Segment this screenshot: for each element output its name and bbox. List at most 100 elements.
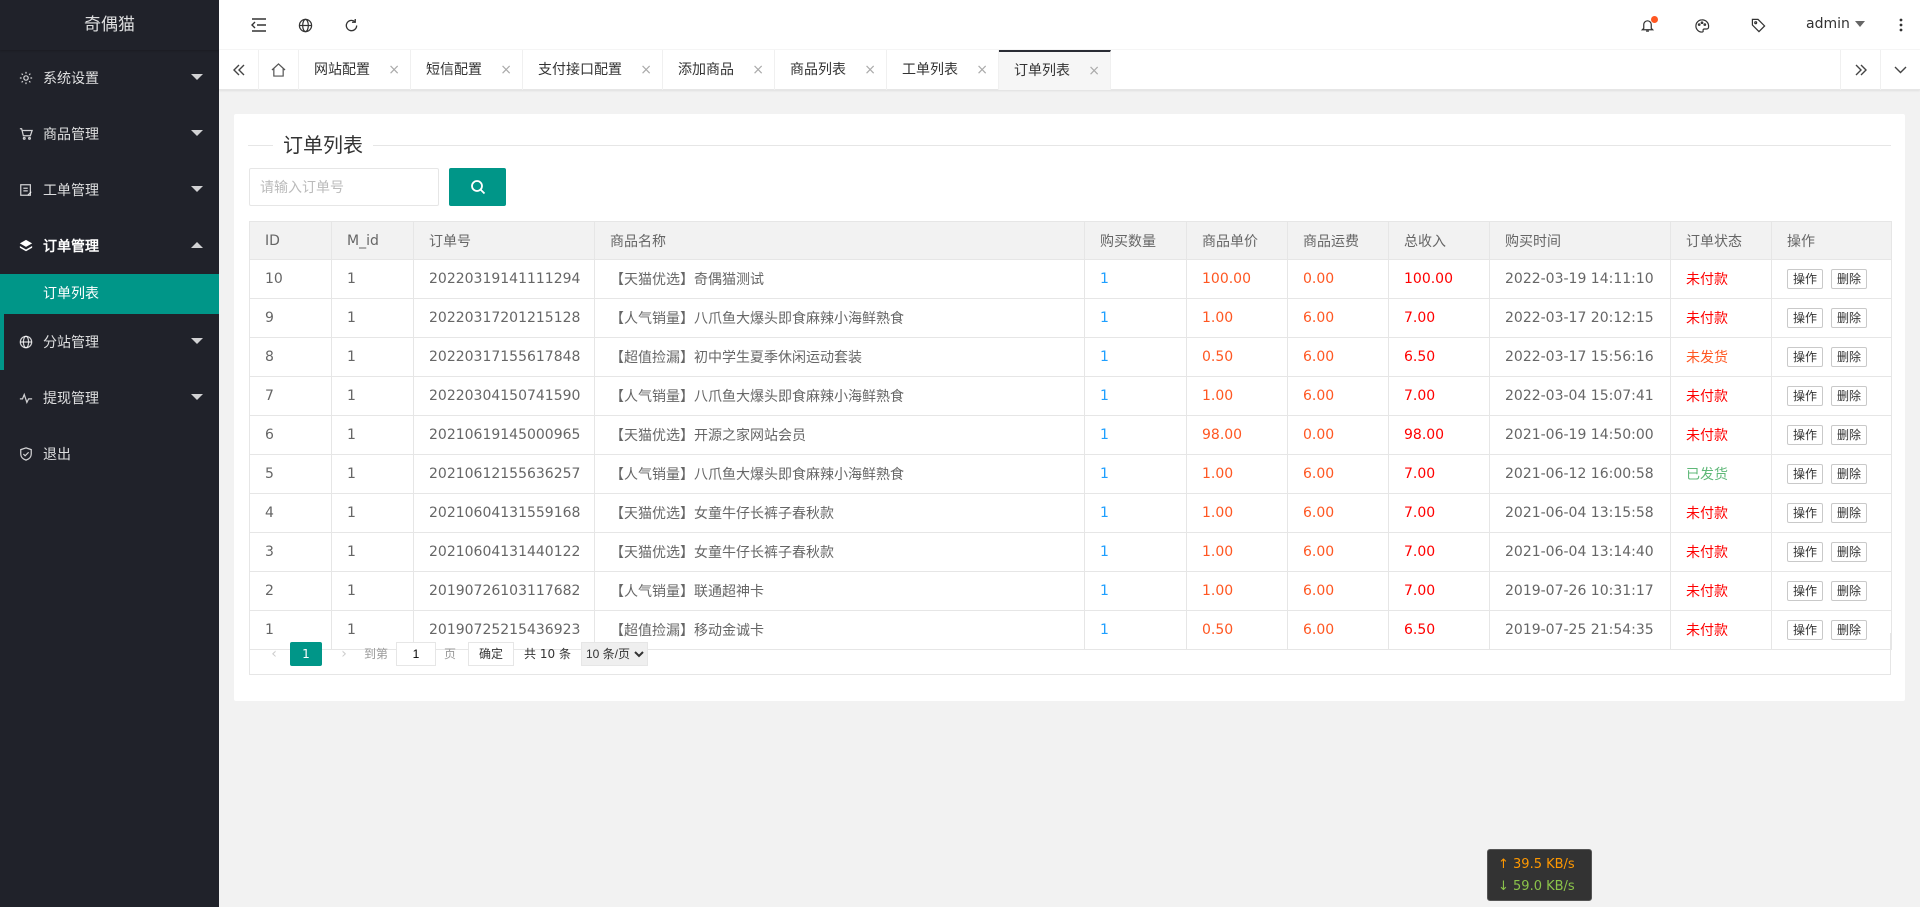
sidebar-item-logout[interactable]: 退出 (0, 426, 219, 482)
col-header[interactable]: M_id (331, 221, 414, 260)
close-icon[interactable]: × (752, 50, 764, 90)
operate-button[interactable]: 操作 (1787, 425, 1824, 445)
goto-confirm-button[interactable]: 确定 (468, 641, 515, 666)
refresh-icon[interactable] (339, 13, 363, 37)
close-icon[interactable]: × (500, 50, 512, 90)
delete-button[interactable]: 删除 (1831, 464, 1868, 484)
goto-suffix: 页 (444, 647, 457, 661)
network-speed-widget: ↑ 39.5 KB/s ↓ 59.0 KB/s (1487, 849, 1592, 901)
cell-time: 2022-03-17 20:12:15 (1489, 298, 1671, 338)
operate-button[interactable]: 操作 (1787, 503, 1824, 523)
cell-actions: 操作 删除 (1771, 493, 1892, 533)
cell-goods-name: 【天猫优选】奇偶猫测试 (594, 259, 1085, 299)
col-header[interactable]: 商品名称 (594, 221, 1085, 260)
tag-icon[interactable] (1746, 13, 1770, 37)
cell-total: 7.00 (1388, 532, 1490, 572)
close-icon[interactable]: × (1088, 52, 1100, 90)
operate-button[interactable]: 操作 (1787, 581, 1824, 601)
col-header[interactable]: 订单状态 (1670, 221, 1772, 260)
table-row: 3 1 20210604131440122 【天猫优选】女童牛仔长裤子春秋款 1 1.00… (249, 532, 1892, 572)
notification-bell-icon[interactable] (1635, 13, 1659, 37)
menu-fold-icon[interactable] (247, 13, 271, 37)
cell-id: 7 (249, 376, 332, 416)
chevron-down-icon (191, 394, 203, 400)
sidebar-item-substations[interactable]: 分站管理 (0, 314, 219, 370)
cell-total: 100.00 (1388, 259, 1490, 299)
delete-button[interactable]: 删除 (1831, 347, 1868, 367)
tab-goods-list[interactable]: 商品列表 × (775, 50, 887, 90)
operate-button[interactable]: 操作 (1787, 308, 1824, 328)
tab-add-goods[interactable]: 添加商品 × (663, 50, 775, 90)
col-header[interactable]: 订单号 (413, 221, 595, 260)
close-icon[interactable]: × (388, 50, 400, 90)
cell-unit-price: 98.00 (1186, 415, 1288, 455)
user-menu[interactable]: admin (1806, 16, 1865, 32)
page-size-select[interactable]: 10 条/页 (580, 641, 648, 666)
col-header[interactable]: 商品单价 (1186, 221, 1288, 260)
sidebar-item-orders[interactable]: 订单管理 (0, 218, 219, 274)
operate-button[interactable]: 操作 (1787, 386, 1824, 406)
more-vertical-icon[interactable] (1889, 13, 1913, 37)
search-button[interactable] (449, 168, 506, 206)
cell-time: 2019-07-26 10:31:17 (1489, 571, 1671, 611)
tabs-menu-chevron-icon[interactable] (1880, 50, 1920, 90)
home-tab-icon[interactable] (259, 50, 299, 90)
sidebar-item-goods[interactable]: 商品管理 (0, 106, 219, 162)
layers-icon (18, 238, 34, 254)
delete-button[interactable]: 删除 (1831, 386, 1868, 406)
delete-button[interactable]: 删除 (1831, 269, 1868, 289)
delete-button[interactable]: 删除 (1831, 308, 1868, 328)
operate-button[interactable]: 操作 (1787, 464, 1824, 484)
cell-actions: 操作 删除 (1771, 376, 1892, 416)
tab-sms-config[interactable]: 短信配置 × (411, 50, 523, 90)
page-current[interactable]: 1 (290, 641, 322, 666)
delete-button[interactable]: 删除 (1831, 581, 1868, 601)
goto-page-input[interactable] (396, 641, 437, 666)
tabs-scroll-left-icon[interactable] (219, 50, 259, 90)
sidebar-item-tickets[interactable]: 工单管理 (0, 162, 219, 218)
cell-total: 7.00 (1388, 493, 1490, 533)
operate-button[interactable]: 操作 (1787, 269, 1824, 289)
order-search-input[interactable] (249, 168, 439, 206)
sidebar-subitem-order-list[interactable]: 订单列表 (0, 274, 219, 314)
delete-button[interactable]: 删除 (1831, 503, 1868, 523)
order-list-card: 订单列表 ID M_id 订单号 商品名称 购买数量 商品单价 商品运费 总收入… (234, 114, 1905, 701)
tab-order-list[interactable]: 订单列表 × (999, 50, 1111, 90)
col-header[interactable]: 商品运费 (1287, 221, 1389, 260)
cell-shipping: 6.00 (1287, 376, 1389, 416)
cell-total: 98.00 (1388, 415, 1490, 455)
website-globe-icon[interactable] (293, 13, 317, 37)
next-page-icon[interactable]: › (334, 646, 354, 662)
legend-divider (248, 145, 1891, 146)
delete-button[interactable]: 删除 (1831, 425, 1868, 445)
theme-palette-icon[interactable] (1690, 13, 1714, 37)
tab-site-config[interactable]: 网站配置 × (299, 50, 411, 90)
close-icon[interactable]: × (864, 50, 876, 90)
prev-page-icon[interactable]: ‹ (264, 646, 284, 662)
close-icon[interactable]: × (976, 50, 988, 90)
close-icon[interactable]: × (640, 50, 652, 90)
sidebar-item-withdrawals[interactable]: 提现管理 (0, 370, 219, 426)
sidebar-item-label: 提现管理 (43, 391, 99, 407)
cell-order-no: 20210604131440122 (413, 532, 595, 572)
sidebar-item-system-settings[interactable]: 系统设置 (0, 50, 219, 106)
operate-button[interactable]: 操作 (1787, 347, 1824, 367)
delete-button[interactable]: 删除 (1831, 542, 1868, 562)
upload-speed: ↑ 39.5 KB/s (1498, 857, 1575, 872)
chevron-down-icon (191, 338, 203, 344)
ticket-icon (18, 182, 34, 198)
tabs-scroll-right-icon[interactable] (1840, 50, 1880, 90)
page-title: 订单列表 (273, 132, 373, 158)
col-header[interactable]: 购买数量 (1084, 221, 1187, 260)
cell-status: 未付款 (1670, 259, 1772, 299)
gear-icon (18, 70, 34, 86)
cell-id: 10 (249, 259, 332, 299)
cell-unit-price: 1.00 (1186, 493, 1288, 533)
col-header[interactable]: ID (249, 221, 332, 260)
tab-payment-config[interactable]: 支付接口配置 × (523, 50, 663, 90)
cell-shipping: 6.00 (1287, 532, 1389, 572)
operate-button[interactable]: 操作 (1787, 542, 1824, 562)
col-header[interactable]: 购买时间 (1489, 221, 1671, 260)
col-header[interactable]: 总收入 (1388, 221, 1490, 260)
tab-ticket-list[interactable]: 工单列表 × (887, 50, 999, 90)
